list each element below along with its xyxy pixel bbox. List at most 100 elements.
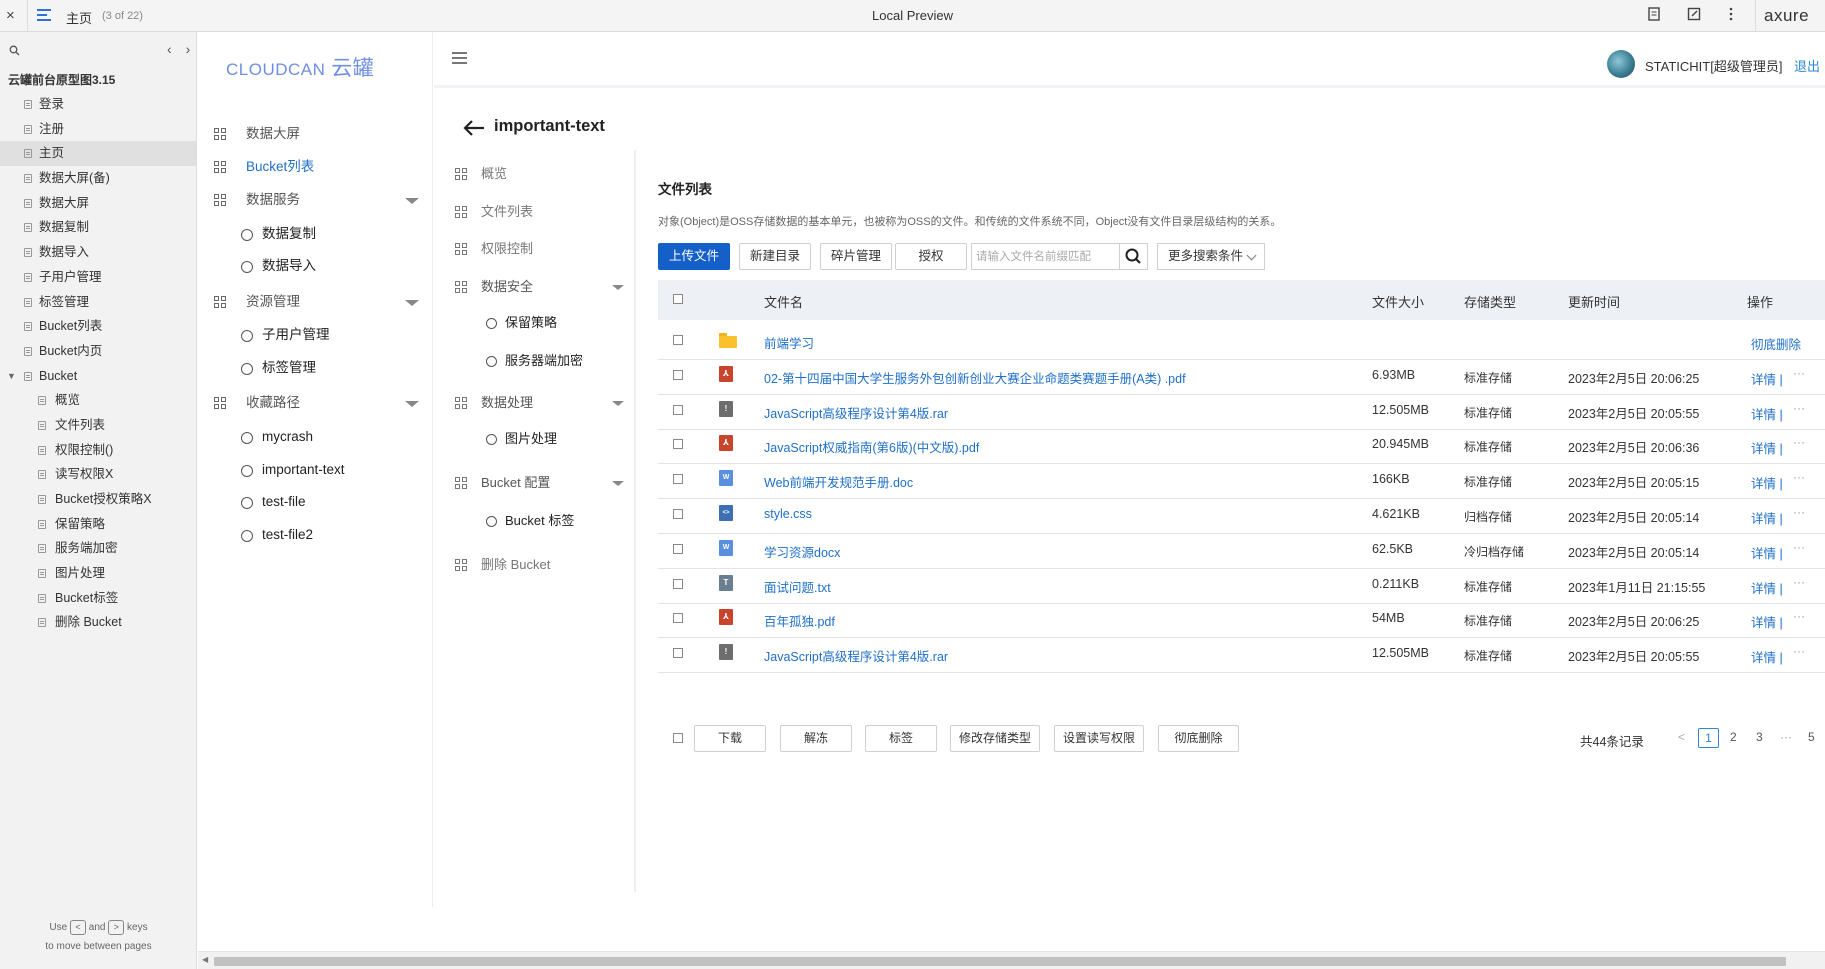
- bucket-menu-data-security[interactable]: 数据安全: [440, 273, 636, 301]
- back-arrow-icon[interactable]: [462, 118, 486, 138]
- logout-link[interactable]: 退出: [1794, 56, 1820, 75]
- row-checkbox[interactable]: [673, 543, 683, 554]
- more-actions-icon[interactable]: ···: [1793, 401, 1805, 415]
- more-actions-icon[interactable]: ···: [1793, 644, 1805, 658]
- more-actions-icon[interactable]: ···: [1793, 470, 1805, 484]
- horizontal-scrollbar[interactable]: ◀: [198, 951, 1825, 969]
- bucket-menu-overview[interactable]: 概览: [440, 160, 636, 188]
- nav-item-tag-mgmt[interactable]: 标签管理: [198, 353, 433, 383]
- search-icon[interactable]: [9, 45, 20, 59]
- page-3[interactable]: 3: [1756, 728, 1763, 748]
- bucket-menu-permission[interactable]: 权限控制: [440, 235, 636, 263]
- row-checkbox[interactable]: [673, 404, 683, 415]
- row-checkbox[interactable]: [673, 648, 683, 659]
- nav-item-data-screen[interactable]: 数据大屏: [198, 119, 433, 149]
- sitemap-page-item[interactable]: 读写权限X: [0, 462, 196, 487]
- fragment-management-button[interactable]: 碎片管理: [820, 243, 892, 270]
- sitemap-page-item[interactable]: 登录: [0, 92, 196, 117]
- sitemap-page-item[interactable]: 图片处理: [0, 561, 196, 586]
- row-checkbox[interactable]: [673, 369, 683, 380]
- row-checkbox[interactable]: [673, 509, 683, 519]
- nav-item-fav-test-file[interactable]: test-file: [198, 487, 433, 517]
- more-actions-icon[interactable]: ···: [1793, 540, 1805, 554]
- sitemap-page-item[interactable]: 子用户管理: [0, 265, 196, 290]
- row-action-link[interactable]: 详情 |: [1751, 404, 1783, 423]
- sitemap-page-item[interactable]: 概览: [0, 388, 196, 413]
- sitemap-page-item[interactable]: 删除 Bucket: [0, 610, 196, 635]
- row-checkbox[interactable]: [673, 613, 683, 624]
- scroll-left-icon[interactable]: ◀: [202, 955, 208, 964]
- more-actions-icon[interactable]: ···: [1793, 575, 1805, 589]
- nav-group-resource[interactable]: 资源管理: [198, 287, 433, 317]
- page-1[interactable]: 1: [1698, 728, 1719, 748]
- more-actions-icon[interactable]: ···: [1793, 435, 1805, 449]
- nav-group-favorites[interactable]: 收藏路径: [198, 388, 433, 418]
- comments-icon[interactable]: [1685, 7, 1703, 25]
- more-search-dropdown[interactable]: 更多搜索条件: [1157, 243, 1265, 270]
- caret-down-icon[interactable]: ▼: [7, 364, 16, 389]
- more-vertical-icon[interactable]: [1722, 7, 1740, 25]
- sitemap-page-item[interactable]: 数据复制: [0, 215, 196, 240]
- sitemap-page-item[interactable]: 权限控制(): [0, 438, 196, 463]
- nav-item-data-copy[interactable]: 数据复制: [198, 219, 433, 249]
- page-2[interactable]: 2: [1730, 728, 1737, 748]
- file-name-link[interactable]: 面试问题.txt: [764, 577, 831, 596]
- sitemap-page-item[interactable]: ▼ Bucket: [0, 364, 196, 389]
- bucket-menu-image-processing[interactable]: 图片处理: [440, 425, 636, 453]
- row-action-link[interactable]: 详情 |: [1751, 508, 1783, 527]
- upload-button[interactable]: 上传文件: [658, 243, 730, 270]
- row-action-link[interactable]: 详情 |: [1751, 543, 1783, 562]
- delete-permanently-button[interactable]: 彻底删除: [1158, 725, 1239, 752]
- row-checkbox[interactable]: [673, 335, 683, 345]
- scrollbar-thumb[interactable]: [214, 957, 1786, 966]
- previous-page-icon[interactable]: ‹: [167, 41, 172, 57]
- bucket-menu-retention[interactable]: 保留策略: [440, 309, 636, 337]
- sitemap-page-item[interactable]: 服务端加密: [0, 536, 196, 561]
- change-storage-type-button[interactable]: 修改存储类型: [950, 725, 1040, 752]
- select-all-checkbox[interactable]: [673, 294, 683, 304]
- sitemap-page-item[interactable]: Bucket标签: [0, 586, 196, 611]
- sitemap-page-item[interactable]: Bucket授权策略X: [0, 487, 196, 512]
- nav-item-sub-user[interactable]: 子用户管理: [198, 320, 433, 350]
- nav-group-data-service[interactable]: 数据服务: [198, 185, 433, 215]
- authorize-button[interactable]: 授权: [895, 243, 967, 270]
- row-action-link[interactable]: 详情 |: [1751, 612, 1783, 631]
- notes-icon[interactable]: [1645, 7, 1663, 25]
- bucket-menu-config[interactable]: Bucket 配置: [440, 469, 636, 497]
- sitemap-page-item[interactable]: Bucket内页: [0, 339, 196, 364]
- tag-button[interactable]: 标签: [865, 725, 937, 752]
- more-actions-icon[interactable]: ···: [1793, 609, 1805, 623]
- row-action-link[interactable]: 详情 |: [1751, 473, 1783, 492]
- row-checkbox[interactable]: [673, 439, 683, 450]
- sitemap-page-item[interactable]: Bucket列表: [0, 314, 196, 339]
- row-action-link[interactable]: 详情 |: [1751, 438, 1783, 457]
- more-actions-icon[interactable]: ···: [1793, 505, 1805, 519]
- set-acl-button[interactable]: 设置读写权限: [1054, 725, 1144, 752]
- bucket-menu-tag[interactable]: Bucket 标签: [440, 507, 636, 535]
- file-name-link[interactable]: style.css: [764, 507, 812, 521]
- search-button[interactable]: [1119, 243, 1148, 270]
- nav-item-fav-test-file2[interactable]: test-file2: [198, 520, 433, 550]
- file-name-link[interactable]: 02-第十四届中国大学生服务外包创新创业大赛企业命题类赛题手册(A类) .pdf: [764, 368, 1186, 387]
- file-name-link[interactable]: 百年孤独.pdf: [764, 611, 835, 630]
- row-action-link[interactable]: 彻底删除: [1751, 334, 1801, 353]
- close-icon[interactable]: ×: [6, 7, 15, 24]
- nav-item-bucket-list[interactable]: Bucket列表: [198, 152, 433, 182]
- sitemap-page-item[interactable]: 保留策略: [0, 512, 196, 537]
- bucket-menu-data-processing[interactable]: 数据处理: [440, 389, 636, 417]
- row-checkbox[interactable]: [673, 474, 683, 485]
- file-name-link[interactable]: 前端学习: [764, 333, 814, 352]
- sitemap-page-item[interactable]: 标签管理: [0, 290, 196, 315]
- nav-item-fav-important-text[interactable]: important-text: [198, 455, 433, 485]
- sitemap-menu-icon[interactable]: [37, 9, 51, 21]
- nav-item-data-import[interactable]: 数据导入: [198, 251, 433, 281]
- sitemap-page-item[interactable]: 注册: [0, 117, 196, 142]
- page-5[interactable]: 5: [1808, 728, 1815, 748]
- row-action-link[interactable]: 详情 |: [1751, 369, 1783, 388]
- user-name[interactable]: STATICHIT[超级管理员]: [1645, 56, 1782, 75]
- sitemap-page-item[interactable]: 文件列表: [0, 413, 196, 438]
- row-action-link[interactable]: 详情 |: [1751, 647, 1783, 666]
- bucket-menu-encryption[interactable]: 服务器端加密: [440, 347, 636, 375]
- sitemap-page-item[interactable]: 数据导入: [0, 240, 196, 265]
- nav-item-fav-mycrash[interactable]: mycrash: [198, 422, 433, 452]
